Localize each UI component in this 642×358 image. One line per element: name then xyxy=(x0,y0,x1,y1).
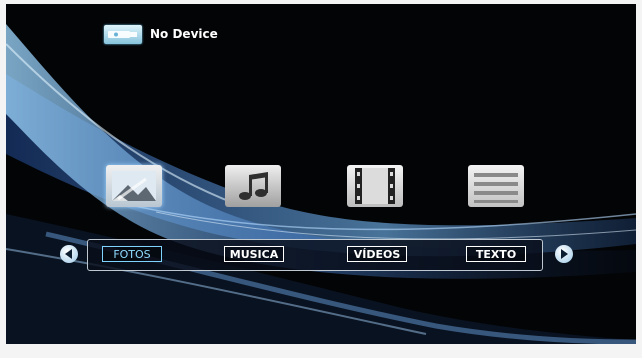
media-player-screen: No Device FOTOS MUSICA VÍDEOS TEXTO xyxy=(6,4,636,344)
arrow-right-icon[interactable] xyxy=(555,245,573,263)
text-icon[interactable] xyxy=(468,165,524,207)
music-icon[interactable] xyxy=(225,165,281,207)
tab-musica[interactable]: MUSICA xyxy=(224,246,284,262)
tab-fotos[interactable]: FOTOS xyxy=(102,246,162,262)
photos-icon[interactable] xyxy=(106,165,162,207)
tab-videos[interactable]: VÍDEOS xyxy=(347,246,407,262)
device-status-label: No Device xyxy=(150,27,218,41)
arrow-left-icon[interactable] xyxy=(60,245,78,263)
background-waves xyxy=(6,24,636,344)
tab-texto[interactable]: TEXTO xyxy=(466,246,526,262)
media-tab-bar: FOTOS MUSICA VÍDEOS TEXTO xyxy=(87,239,543,271)
video-icon[interactable] xyxy=(347,165,403,207)
usb-drive-icon xyxy=(104,25,142,44)
